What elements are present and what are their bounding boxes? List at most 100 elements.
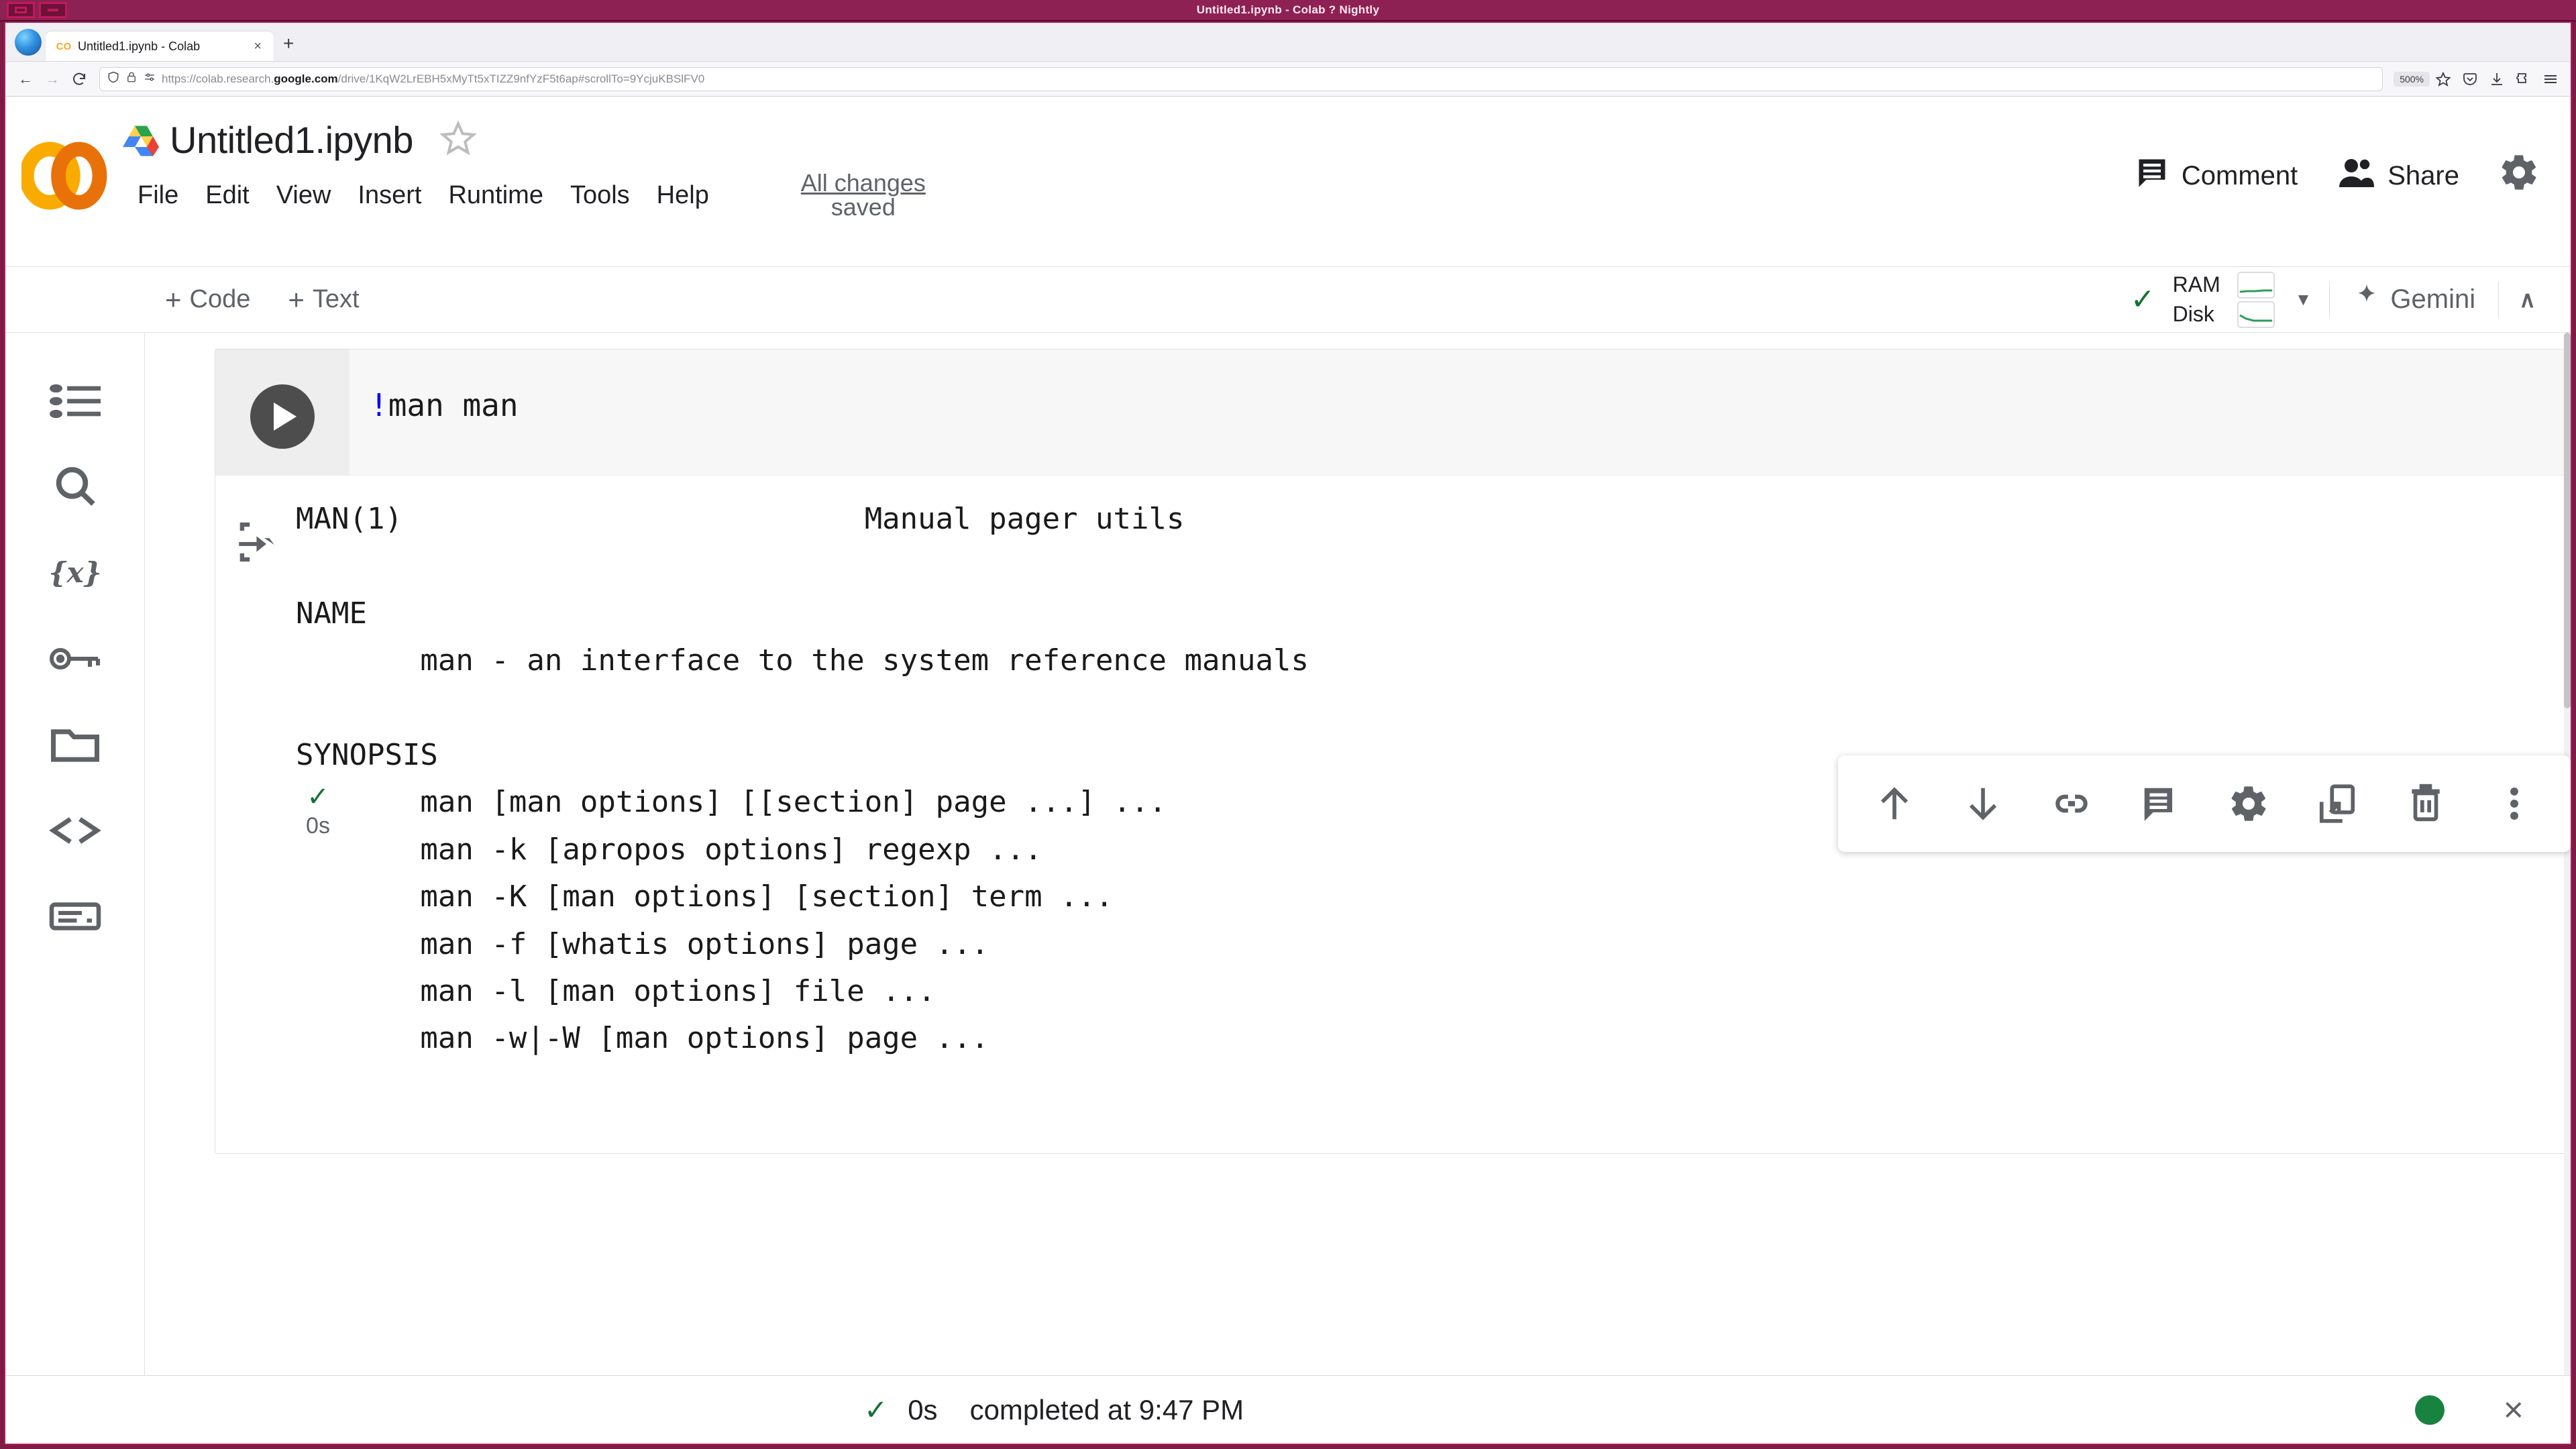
settings-button[interactable] — [2479, 152, 2545, 200]
add-comment-icon[interactable] — [2116, 763, 2204, 844]
sidebar-item-table-of-contents[interactable] — [35, 358, 115, 444]
chevron-down-icon[interactable]: ▼ — [2275, 289, 2330, 310]
sidebar-item-code-snippets[interactable] — [35, 788, 115, 873]
menu-help[interactable]: Help — [645, 178, 724, 213]
plus-icon: + — [288, 283, 305, 315]
play-icon — [250, 384, 315, 449]
star-outline-icon[interactable] — [439, 119, 478, 161]
disk-meter[interactable]: Disk — [2173, 301, 2275, 328]
add-text-label: Text — [312, 285, 360, 313]
people-icon — [2338, 156, 2375, 195]
sidebar-item-secrets[interactable] — [35, 616, 115, 702]
disk-label: Disk — [2172, 302, 2214, 326]
pocket-icon[interactable] — [2457, 66, 2483, 93]
menu-runtime[interactable]: Runtime — [436, 178, 558, 213]
move-cell-down-icon[interactable] — [1939, 763, 2027, 844]
share-label: Share — [2387, 160, 2459, 191]
zoom-level-badge[interactable]: 500% — [2394, 71, 2430, 87]
menu-insert[interactable]: Insert — [345, 178, 436, 213]
sidebar-item-files[interactable] — [35, 702, 115, 788]
share-button[interactable]: Share — [2318, 156, 2479, 195]
status-duration: 0s — [908, 1393, 938, 1426]
notebook-canvas: ✓ 0s !man man MAN(1) Manual pager utils … — [145, 333, 2571, 1375]
menu-edit[interactable]: Edit — [193, 178, 264, 213]
back-icon[interactable]: ← — [12, 66, 39, 93]
move-cell-up-icon[interactable] — [1850, 763, 1939, 844]
window-title: Untitled1.ipynb - Colab ? Nightly — [1196, 3, 1380, 16]
ram-sparkline — [2237, 271, 2275, 299]
output-scroll-toggle[interactable] — [215, 496, 296, 1063]
menu-view[interactable]: View — [264, 178, 346, 213]
cell-action-toolbar — [1838, 755, 2571, 852]
browser-frame: CO Untitled1.ipynb - Colab × + ← → https… — [4, 21, 2572, 1445]
forward-icon[interactable]: → — [39, 66, 66, 93]
ram-label: RAM — [2172, 272, 2220, 297]
url-text[interactable]: https://colab.research.google.com/drive/… — [162, 72, 704, 86]
sidebar-item-search[interactable] — [35, 444, 115, 530]
link-to-cell-icon[interactable] — [2027, 763, 2116, 844]
connection-status-dot — [2414, 1395, 2445, 1425]
browser-tab[interactable]: CO Untitled1.ipynb - Colab × — [46, 32, 274, 61]
execution-success-check-icon: ✓ — [307, 782, 329, 812]
colab-header-actions: Comment Share — [2114, 97, 2571, 200]
sidebar-item-terminal[interactable] — [35, 873, 115, 959]
shield-icon[interactable] — [107, 70, 120, 87]
mirror-cell-icon[interactable] — [2293, 763, 2381, 844]
resource-meters[interactable]: RAM Disk — [2172, 271, 2275, 328]
menu-file[interactable]: File — [125, 178, 193, 213]
window-restore-button[interactable] — [7, 2, 35, 18]
code-cell-input: !man man — [215, 350, 2570, 476]
colab-sidebar: {x} — [5, 333, 145, 1375]
permissions-icon[interactable] — [143, 71, 156, 87]
add-code-label: Code — [189, 285, 251, 313]
menu-icon[interactable] — [2537, 66, 2564, 93]
add-text-cell-button[interactable]: + Text — [269, 285, 378, 314]
save-status[interactable]: All changes saved — [756, 171, 971, 219]
ram-meter[interactable]: RAM — [2172, 271, 2275, 299]
sidebar-item-variables[interactable]: {x} — [35, 530, 115, 616]
status-success-check-icon: ✓ — [864, 1394, 888, 1426]
extensions-icon[interactable] — [2510, 66, 2537, 93]
cell-settings-icon[interactable] — [2204, 763, 2293, 844]
downloads-icon[interactable] — [2483, 66, 2510, 93]
url-bar[interactable]: https://colab.research.google.com/drive/… — [99, 66, 2383, 91]
close-tab-icon[interactable]: × — [251, 39, 264, 54]
save-status-line2: saved — [830, 193, 896, 221]
delete-cell-icon[interactable] — [2381, 763, 2470, 844]
colab-logo-icon[interactable] — [5, 97, 123, 219]
run-cell-button[interactable] — [215, 350, 350, 475]
notebook-scrollbar[interactable] — [2564, 333, 2571, 1375]
comment-button[interactable]: Comment — [2114, 155, 2318, 197]
gemini-button[interactable]: Gemini — [2330, 282, 2498, 317]
menu-tools[interactable]: Tools — [558, 178, 645, 213]
colab-header: Untitled1.ipynb File Edit View Insert Ru… — [5, 97, 2571, 267]
cell-execution-status: ✓ 0s — [291, 784, 345, 839]
code-editor[interactable]: !man man — [350, 350, 2570, 423]
notebook-title[interactable]: Untitled1.ipynb — [170, 118, 413, 162]
browser-navbar: ← → https://colab.research.google.com/dr… — [5, 62, 2571, 97]
bookmark-star-icon[interactable] — [2430, 66, 2457, 93]
reload-icon[interactable] — [66, 66, 93, 93]
close-status-bar-icon[interactable]: × — [2504, 1393, 2524, 1428]
code-cell[interactable]: !man man MAN(1) Manual pager utils NAME … — [215, 349, 2571, 1154]
new-tab-button[interactable]: + — [274, 34, 303, 61]
page-viewport: Untitled1.ipynb File Edit View Insert Ru… — [5, 97, 2571, 1444]
colab-header-main: Untitled1.ipynb File Edit View Insert Ru… — [123, 97, 2114, 219]
status-bar-center: ✓ 0s completed at 9:47 PM — [864, 1393, 1244, 1426]
comment-icon — [2135, 155, 2169, 197]
comment-label: Comment — [2181, 160, 2298, 191]
chevron-up-icon[interactable]: ∧ — [2499, 286, 2553, 313]
lock-icon — [125, 70, 138, 87]
more-options-icon[interactable] — [2470, 763, 2559, 844]
window-titlebar: Untitled1.ipynb - Colab ? Nightly — [0, 0, 2576, 21]
notebook-title-row: Untitled1.ipynb — [123, 118, 2114, 162]
runtime-connected-check-icon: ✓ — [2130, 283, 2155, 316]
window-controls — [7, 2, 67, 18]
window-minimize-button[interactable] — [39, 2, 67, 18]
gemini-label: Gemini — [2390, 284, 2476, 314]
status-message: completed at 9:47 PM — [969, 1393, 1244, 1426]
google-drive-icon[interactable] — [123, 124, 159, 156]
add-code-cell-button[interactable]: + Code — [146, 285, 269, 314]
browser-toolbar-right — [2457, 66, 2564, 93]
sparkle-icon — [2353, 282, 2381, 317]
